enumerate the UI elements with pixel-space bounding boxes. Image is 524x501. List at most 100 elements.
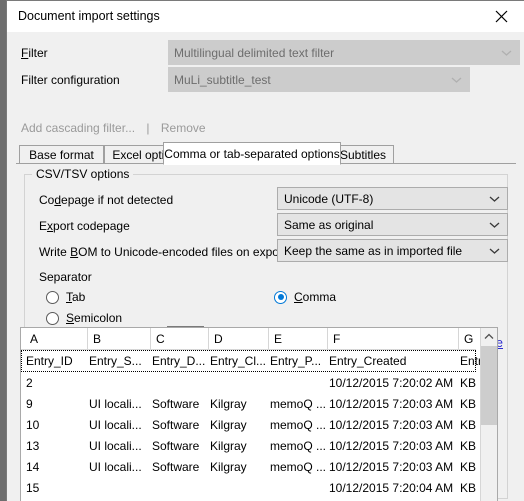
grid-column-header-f[interactable]: F xyxy=(328,328,459,349)
grid-cell xyxy=(89,372,151,393)
csv-tsv-options-title: CSV/TSV options xyxy=(32,167,134,181)
export-codepage-combobox[interactable]: Same as original xyxy=(277,213,508,236)
tab-label: Base format xyxy=(29,148,94,162)
grid-cell: Entry_D... xyxy=(152,354,206,368)
codepage-if-not-detected-label: Codepage if not detected xyxy=(39,193,174,207)
chevron-down-icon xyxy=(501,49,512,56)
grid-cell: 13 xyxy=(26,438,40,453)
chevron-down-icon xyxy=(451,76,462,83)
grid-cell: 10/12/2015 7:20:03 AM xyxy=(329,438,454,453)
grid-cell: UI locali... xyxy=(89,417,142,432)
table-row[interactable]: 15 10/12/2015 7:20:04 AM KB xyxy=(21,477,476,498)
radio-label-tab: Tab xyxy=(66,290,86,304)
grid-cell xyxy=(152,372,209,393)
table-row[interactable]: 2 10/12/2015 7:20:02 AM KB xyxy=(21,372,476,393)
grid-cell: 10/12/2015 7:20:03 AM xyxy=(329,459,454,474)
remove-filter-link[interactable]: Remove xyxy=(161,121,206,135)
grid-cell xyxy=(270,477,328,498)
grid-cell: UI locali... xyxy=(89,438,142,453)
chevron-down-icon xyxy=(489,195,500,202)
filter-configuration-label: Filter configuration xyxy=(21,73,120,87)
separator-label: Separator xyxy=(39,270,92,284)
grid-cell: 9 xyxy=(26,396,33,411)
scrollbar-thumb[interactable] xyxy=(481,346,497,425)
grid-column-header-e[interactable]: E xyxy=(269,328,328,349)
codepage-value: Unicode (UTF-8) xyxy=(284,191,374,206)
radio-indicator xyxy=(46,311,59,325)
grid-cell: 10/12/2015 7:20:03 AM xyxy=(329,417,454,432)
dialog-body: Filter Multilingual delimited text filte… xyxy=(7,32,524,501)
grid-cell: Entry_ID xyxy=(26,354,73,368)
grid-cell: Entry_P... xyxy=(270,354,322,368)
grid-cell: Software xyxy=(152,417,200,432)
codepage-if-not-detected-combobox[interactable]: Unicode (UTF-8) xyxy=(277,187,508,210)
scroll-up-button[interactable] xyxy=(481,328,497,345)
radio-separator-semicolon[interactable]: Semicolon xyxy=(46,311,122,325)
grid-cell: Software xyxy=(152,438,200,453)
grid-cell: Kilgray xyxy=(210,417,247,432)
export-codepage-value: Same as original xyxy=(284,217,374,232)
table-row[interactable]: 10 UI locali... Software Kilgray memoQ .… xyxy=(21,414,476,435)
link-separator: | xyxy=(146,121,150,135)
export-codepage-label: Export codepage xyxy=(39,219,130,233)
grid-column-header-b[interactable]: B xyxy=(88,328,151,349)
grid-column-header-a[interactable]: A xyxy=(25,328,88,349)
dialog-titlebar: Document import settings xyxy=(7,1,524,32)
chevron-down-icon xyxy=(489,221,500,228)
grid-cell: 10/12/2015 7:20:04 AM xyxy=(329,480,454,495)
grid-cell: 2 xyxy=(26,375,33,390)
radio-label-comma: Comma xyxy=(294,290,337,304)
grid-cell: memoQ ... xyxy=(270,438,327,453)
grid-cell: memoQ ... xyxy=(270,459,327,474)
grid-column-header-c[interactable]: C xyxy=(151,328,209,349)
grid-cell: memoQ ... xyxy=(270,396,327,411)
grid-cell: 10 xyxy=(26,417,40,432)
filter-configuration-combobox[interactable]: MuLi_subtitle_test xyxy=(168,67,470,92)
grid-cell: 14 xyxy=(26,459,40,474)
radio-label-semicolon: Semicolon xyxy=(66,311,123,325)
grid-cell: 15 xyxy=(26,480,40,495)
filter-combobox[interactable]: Multilingual delimited text filter xyxy=(168,40,520,65)
filter-configuration-value: MuLi_subtitle_test xyxy=(174,72,271,87)
grid-cell xyxy=(270,372,328,393)
filter-label: Filter xyxy=(21,46,48,60)
grid-rows: Entry_ID Entry_S... Entry_D... Entry_Cl.… xyxy=(21,350,482,501)
table-row[interactable]: 13 UI locali... Software Kilgray memoQ .… xyxy=(21,435,476,456)
cascading-filter-row: Add cascading filter... | Remove xyxy=(21,121,206,135)
radio-separator-comma[interactable]: Comma xyxy=(274,290,336,304)
grid-cell xyxy=(210,477,269,498)
tab-subtitles[interactable]: Subtitles xyxy=(332,145,394,164)
grid-cell: memoQ ... xyxy=(270,417,327,432)
close-icon xyxy=(495,10,507,23)
tab-base-format[interactable]: Base format xyxy=(19,145,104,164)
write-bom-combobox[interactable]: Keep the same as in imported file xyxy=(277,239,508,262)
tab-comma-or-tab-separated-options[interactable]: Comma or tab-separated options xyxy=(163,142,341,165)
filter-combobox-value: Multilingual delimited text filter xyxy=(174,45,335,60)
grid-cell: Entry_S... xyxy=(89,354,142,368)
preview-grid: A B C D E F G Entry_ID Entry_S... Entry_… xyxy=(20,327,498,501)
document-import-settings-dialog: Document import settings Filter Multilin… xyxy=(6,0,524,501)
radio-separator-tab[interactable]: Tab xyxy=(46,290,85,304)
grid-column-header-d[interactable]: D xyxy=(209,328,269,349)
add-cascading-filter-link[interactable]: Add cascading filter... xyxy=(21,121,135,135)
write-bom-label: Write BOM to Unicode-encoded files on ex… xyxy=(39,245,287,259)
write-bom-value: Keep the same as in imported file xyxy=(284,243,463,258)
grid-cell: 10/12/2015 7:20:02 AM xyxy=(329,375,454,390)
grid-cell: UI locali... xyxy=(89,396,142,411)
chevron-up-icon xyxy=(484,333,494,339)
grid-cell: Kilgray xyxy=(210,396,247,411)
radio-indicator xyxy=(46,290,59,304)
chevron-down-icon xyxy=(489,247,500,254)
grid-cell: Kilgray xyxy=(210,438,247,453)
grid-column-header-row: A B C D E F G xyxy=(21,328,497,350)
close-button[interactable] xyxy=(478,1,524,32)
table-row[interactable]: 9 UI locali... Software Kilgray memoQ ..… xyxy=(21,393,476,414)
grid-cell: 10/12/2015 7:20:03 AM xyxy=(329,396,454,411)
grid-cell xyxy=(152,477,209,498)
table-row[interactable]: 14 UI locali... Software Kilgray memoQ .… xyxy=(21,456,476,477)
tab-label: Subtitles xyxy=(339,148,387,162)
tab-label: Comma or tab-separated options xyxy=(164,146,340,161)
grid-vertical-scrollbar[interactable] xyxy=(480,328,497,501)
grid-field-name-row[interactable]: Entry_ID Entry_S... Entry_D... Entry_Cl.… xyxy=(21,350,482,372)
grid-cell: Software xyxy=(152,396,200,411)
